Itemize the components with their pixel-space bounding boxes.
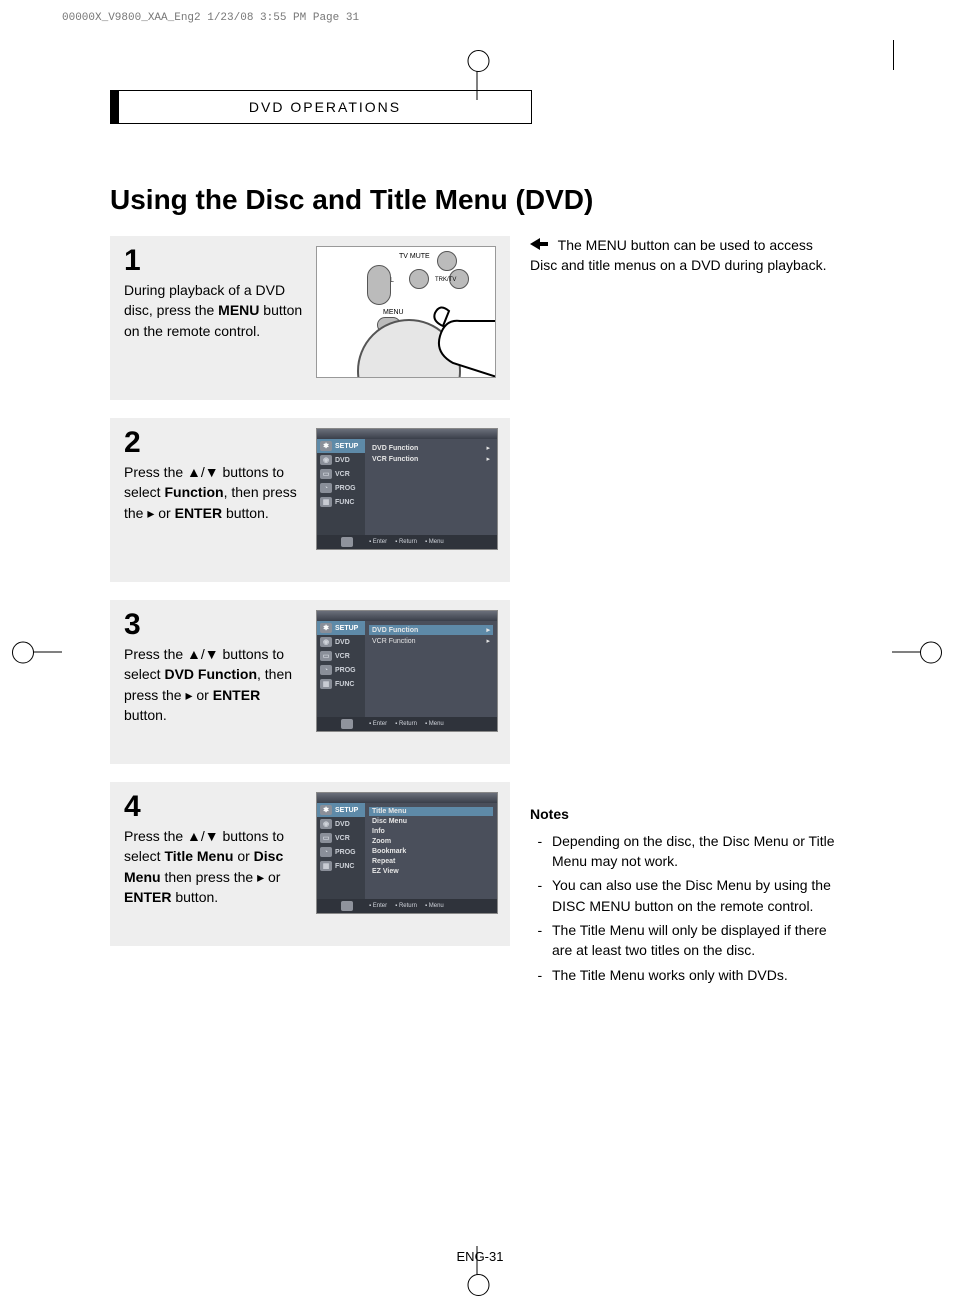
osd4-row-repeat: Repeat [369,857,493,866]
remote-label-tvmute: TV MUTE [399,253,430,260]
page-number: ENG-31 [110,1249,850,1264]
step-3-number: 3 [124,610,304,640]
remote-illustration: TV MUTE TV VOL TRK/TV MENU [316,246,496,378]
section-header-box: DVD OPERATIONS [110,90,532,124]
hand-icon [385,291,496,378]
notes-list: Depending on the disc, the Disc Menu or … [530,831,840,985]
step-2-number: 2 [124,428,304,458]
section-header-text: DVD OPERATIONS [249,99,401,115]
osd3-row-dvd-function: DVD Function [369,625,493,635]
crop-mark-top-right [893,40,894,70]
note-item: You can also use the Disc Menu by using … [546,875,840,916]
osd4-row-bookmark: Bookmark [369,847,493,856]
osd-side-prog: ◔PROG [317,481,365,495]
osd4-row-zoom: Zoom [369,837,493,846]
osd4-row-title-menu: Title Menu [369,807,493,816]
step-3: 3 Press the ▲/▼ buttons to select DVD Fu… [110,600,510,764]
osd2-row-dvd-function: DVD Function [369,443,493,453]
step-1: 1 During playback of a DVD disc, press t… [110,236,510,400]
notes-title: Notes [530,805,840,825]
osd-side-setup: ✱SETUP [317,439,365,453]
osd3-row-vcr-function: VCR Function [369,636,493,646]
osd-side-dvd: ◉DVD [317,453,365,467]
left-arrow-icon [530,236,548,256]
osd-screenshot-2: ✱SETUP ◉DVD ▭VCR ◔PROG ▦FUNC DVD Functio… [316,428,498,550]
step-2: 2 Press the ▲/▼ buttons to select Functi… [110,418,510,582]
crop-mark-left [22,652,62,653]
step-4: 4 Press the ▲/▼ buttons to select Title … [110,782,510,946]
callout-text: The MENU button can be used to access Di… [530,237,826,273]
osd-side-vcr: ▭VCR [317,467,365,481]
page-title: Using the Disc and Title Menu (DVD) [110,184,850,216]
step-1-number: 1 [124,246,304,276]
step-1-text-bold: MENU [218,302,259,318]
note-item: The Title Menu works only with DVDs. [546,965,840,985]
callout-block: The MENU button can be used to access Di… [530,236,840,275]
osd4-row-info: Info [369,827,493,836]
osd4-row-disc-menu: Disc Menu [369,817,493,826]
osd4-row-ezview: EZ View [369,867,493,876]
osd-screenshot-4: ✱SETUP ◉DVD ▭VCR ◔PROG ▦FUNC Title Menu … [316,792,498,914]
step-4-number: 4 [124,792,304,822]
osd2-row-vcr-function: VCR Function [369,454,493,464]
crop-mark-right [892,652,932,653]
osd-side-func: ▦FUNC [317,495,365,509]
note-item: Depending on the disc, the Disc Menu or … [546,831,840,872]
print-slug: 00000X_V9800_XAA_Eng2 1/23/08 3:55 PM Pa… [62,12,359,24]
osd-screenshot-3: ✱SETUP ◉DVD ▭VCR ◔PROG ▦FUNC DVD Functio… [316,610,498,732]
note-item: The Title Menu will only be displayed if… [546,920,840,961]
